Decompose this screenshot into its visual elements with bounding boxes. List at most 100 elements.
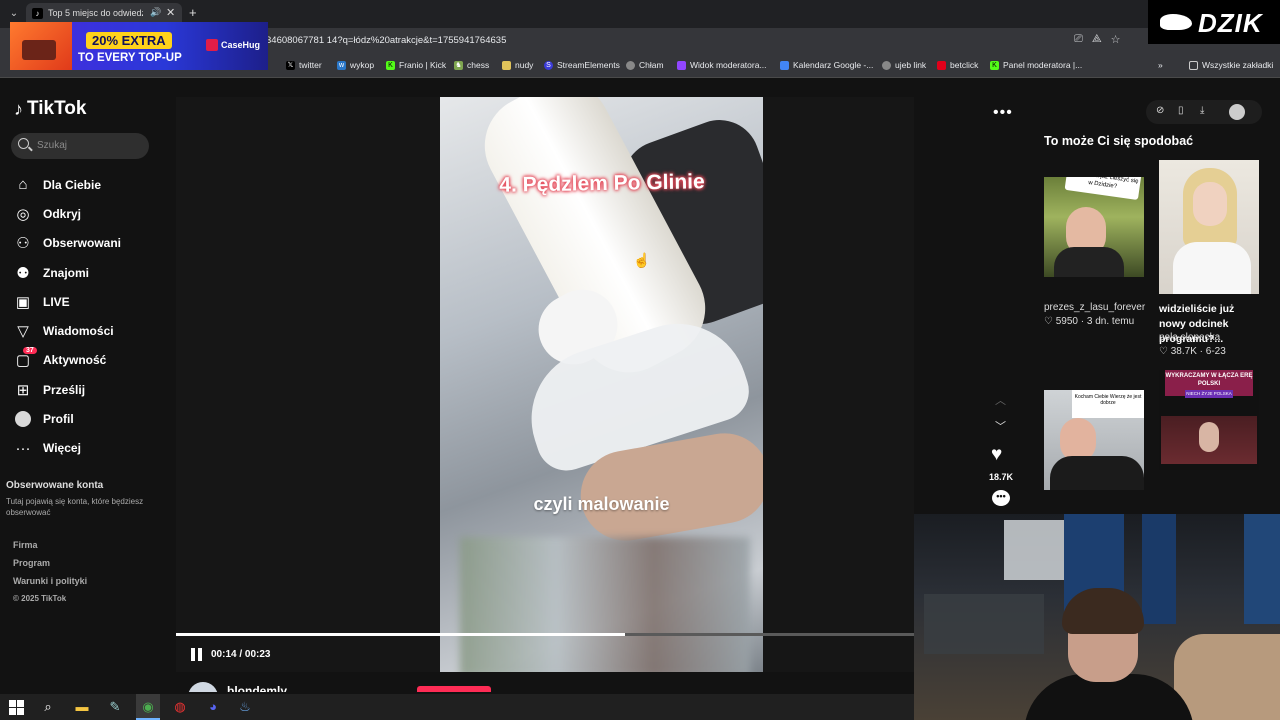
bookmark-kick[interactable]: K Franio | Kick (386, 60, 446, 70)
sidebar-item-aktywnosc[interactable]: ▢ 37 Aktywność (14, 346, 164, 375)
rec-1-stats: ♡ 5950 · 3 dn. temu (1044, 316, 1135, 327)
top-actions: ⊘ ▯ ⤓ (1146, 100, 1262, 124)
followed-accounts-desc: Tutaj pojawią się konta, które będziesz … (6, 497, 144, 517)
bookmark-ujeb-link[interactable]: ujeb link (882, 60, 926, 70)
sidebar-item-wiecej[interactable]: ··· Więcej (14, 434, 164, 463)
next-video-icon[interactable]: ﹀ (995, 418, 1006, 434)
all-bookmarks[interactable]: Wszystkie zakładki (1189, 60, 1273, 70)
windows-start-icon[interactable] (8, 699, 24, 715)
folder-icon (1189, 60, 1198, 70)
sidebar-footer: Firma Program Warunki i polityki © 2025 … (13, 540, 87, 612)
author-name[interactable]: blondemly (227, 684, 287, 692)
recommended-video-thumb-2[interactable] (1159, 160, 1259, 294)
previous-video-icon[interactable]: ︿ (995, 392, 1006, 408)
search-placeholder: Szukaj (37, 140, 68, 151)
author-avatar[interactable] (188, 682, 218, 692)
twitch-icon (677, 60, 686, 70)
sidebar-item-znajomi[interactable]: ⚉ Znajomi (14, 258, 164, 287)
like-heart-icon[interactable]: ♥ (991, 444, 1002, 466)
thumb-3-text: Kocham Ciebie Wierzę że jest dobrze (1072, 390, 1144, 418)
rec-2-stats: ♡ 38.7K · 6-23 (1159, 346, 1226, 357)
ad-brand: CaseHug (206, 39, 260, 51)
activity-badge: 37 (23, 346, 37, 354)
sidebar-item-live[interactable]: ▣ LIVE (14, 287, 164, 316)
obs-icon[interactable]: ◍ (172, 699, 188, 715)
bookmark-betclick[interactable]: betclick (937, 60, 978, 70)
audio-playing-icon[interactable]: 🔊 (150, 7, 161, 18)
chrome-icon[interactable]: ◉ (140, 699, 156, 715)
ad-banner[interactable]: 20% EXTRA TO EVERY TOP-UP CaseHug (10, 22, 268, 70)
followed-accounts-title: Obserwowane konta (6, 480, 104, 491)
sidebar-item-odkryj[interactable]: ◎ Odkryj (14, 199, 164, 228)
home-icon: ⌂ (18, 176, 28, 194)
address-bar-actions: ⎚ ⟁ ☆ (1074, 33, 1121, 46)
search-input[interactable]: Szukaj (11, 133, 149, 159)
stream-logo-text: DZIK (1198, 8, 1263, 38)
install-app-icon[interactable]: ⎚ (1074, 33, 1083, 46)
recommended-video-thumb-3[interactable]: Kocham Ciebie Wierzę że jest dobrze (1044, 390, 1144, 490)
new-tab-icon[interactable]: + (189, 5, 197, 20)
footer-link-terms[interactable]: Warunki i polityki (13, 576, 87, 594)
coins-icon[interactable]: ⊘ (1156, 105, 1164, 116)
recommended-video-thumb-1[interactable]: Czy można już cieszyć się w Dzidzie? (1044, 177, 1144, 277)
thumb-1-text: Czy można już cieszyć się w Dzidzie? (1064, 177, 1142, 201)
thumb-4-subbanner: NIECH ŻYJE POLSKA (1185, 390, 1233, 398)
bookmark-chlam[interactable]: Chłam (626, 60, 664, 70)
bookmark-nudy[interactable]: nudy (502, 60, 533, 70)
bookmark-star-icon[interactable]: ☆ (1111, 33, 1121, 46)
bookmark-calendar[interactable]: Kalendarz Google -... (780, 60, 873, 70)
stream-logo-overlay: DZIK (1148, 0, 1280, 44)
url-text[interactable]: 34608067781 14?q=łódz%20atrakcje&t=17559… (266, 35, 506, 46)
chess-icon: ♞ (454, 60, 463, 70)
boar-logo-icon (1160, 14, 1192, 30)
bookmark-chess[interactable]: ♞ chess (454, 60, 489, 70)
file-explorer-icon[interactable]: ▬ (74, 699, 90, 715)
bookmark-twitch-mod[interactable]: Widok moderatora... (677, 60, 767, 70)
discord-icon[interactable]: ◕ (205, 699, 221, 715)
rec-1-author[interactable]: prezes_z_lasu_forever (1044, 302, 1145, 313)
comment-icon[interactable]: ••• (992, 490, 1010, 506)
friends-icon: ⚉ (16, 264, 30, 282)
bookmark-kick-mod[interactable]: K Panel moderatora |... (990, 60, 1082, 70)
device-icon[interactable]: ▯ (1178, 105, 1184, 116)
download-icon[interactable]: ⤓ (1200, 105, 1204, 116)
footer-link-firma[interactable]: Firma (13, 540, 87, 558)
kick-icon: K (386, 60, 395, 70)
search-taskbar-icon[interactable]: ⌕ (40, 699, 56, 715)
app-icon[interactable]: ✎ (107, 699, 123, 715)
translate-icon[interactable]: ⟁ (1092, 33, 1102, 46)
user-avatar[interactable] (1229, 104, 1245, 120)
video-author-bar: blondemly (176, 672, 914, 692)
sidebar-item-dla-ciebie[interactable]: ⌂ Dla Ciebie (14, 170, 164, 199)
sidebar-item-obserwowani[interactable]: ⚇ Obserwowani (14, 229, 164, 258)
sidebar-item-profil[interactable]: Profil (14, 404, 164, 433)
webcam-overlay (914, 514, 1280, 720)
hand-cursor-icon: ☝ (633, 252, 651, 268)
bookmark-twitter[interactable]: 𝕏twitter (286, 60, 322, 70)
streamelements-icon: S (544, 60, 553, 70)
bookmarks-overflow-icon[interactable]: » (1158, 60, 1163, 70)
messages-icon: ▽ (17, 323, 29, 341)
bookmark-streamelements[interactable]: S StreamElements (544, 60, 620, 70)
search-icon (18, 138, 29, 149)
follow-button[interactable] (417, 686, 491, 692)
footer-link-program[interactable]: Program (13, 558, 87, 576)
tiktok-logo[interactable]: ♪ TikTok (14, 98, 86, 120)
tab-search-icon[interactable]: ⌄ (6, 6, 22, 22)
globe-icon (626, 60, 635, 70)
taskbar: ⌕ ▬ ✎ ◉ ◍ ◕ ♨ (0, 694, 914, 720)
bookmark-wykop[interactable]: w wykop (337, 60, 374, 70)
following-icon: ⚇ (16, 235, 30, 253)
steam-icon[interactable]: ♨ (237, 699, 253, 715)
rec-2-author[interactable]: pola.slopecka (1159, 332, 1220, 343)
sidebar-item-przeslij[interactable]: ⊞ Prześlij (14, 375, 164, 404)
pause-icon[interactable] (191, 648, 203, 661)
copyright: © 2025 TikTok (13, 594, 67, 603)
video-progress-bar[interactable] (176, 633, 914, 636)
sidebar-item-wiadomosci[interactable]: ▽ Wiadomości (14, 316, 164, 345)
close-tab-icon[interactable]: ✕ (166, 6, 175, 19)
more-options-icon[interactable]: ••• (993, 104, 1013, 122)
more-icon: ··· (15, 439, 31, 457)
tiktok-note-icon: ♪ (14, 98, 23, 119)
recommended-video-thumb-4[interactable]: WYKRACZAMY W ŁĄCZA ERĘ POLSKI NIECH ŻYJE… (1159, 370, 1259, 470)
